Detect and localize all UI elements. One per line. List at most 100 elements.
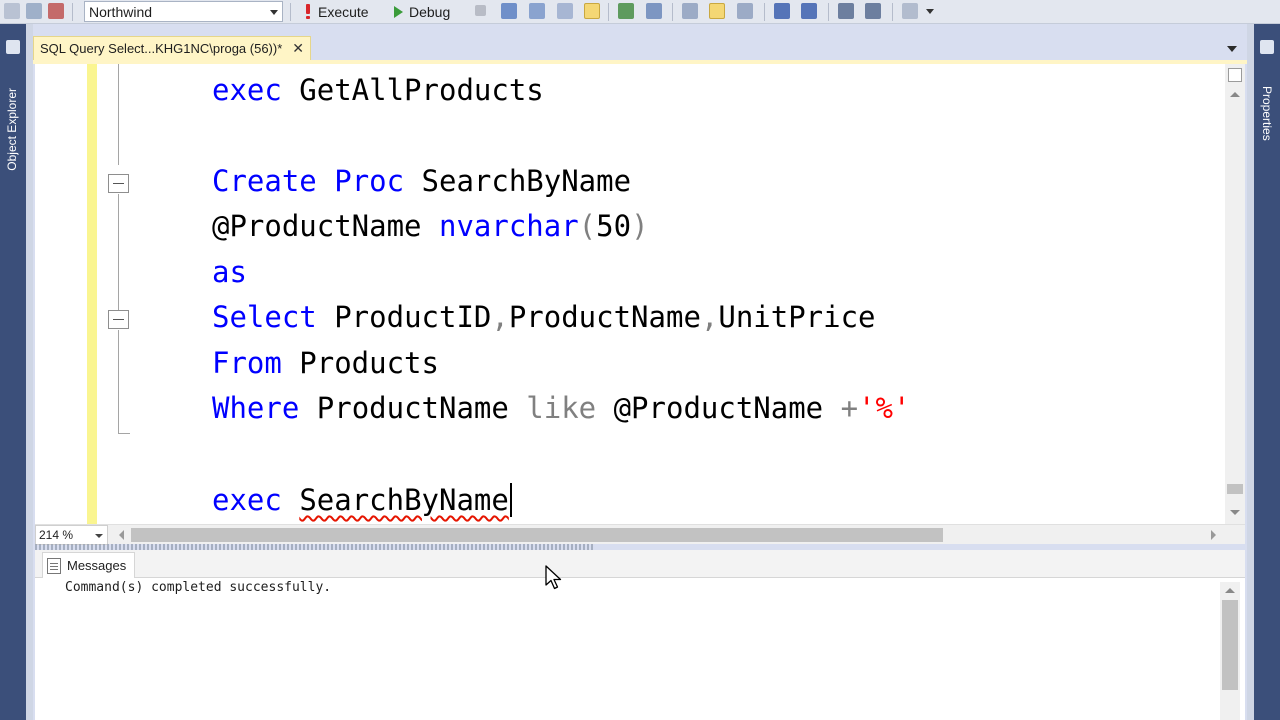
comma-token: , <box>491 300 509 334</box>
query-editor[interactable]: exec GetAllProducts Create Proc SearchBy… <box>35 64 1245 524</box>
split-view-icon[interactable] <box>1228 68 1242 82</box>
query-options-icon[interactable] <box>557 3 573 19</box>
results-to-grid-icon[interactable] <box>709 3 725 19</box>
database-select[interactable]: Northwind <box>84 1 283 22</box>
outline-line <box>118 194 119 310</box>
results-vertical-scrollbar[interactable] <box>1220 582 1240 720</box>
main-toolbar: Northwind Execute Debug <box>0 0 1280 24</box>
comment-lines-icon[interactable] <box>774 3 790 19</box>
toolbar-separator <box>764 3 765 21</box>
scroll-thumb[interactable] <box>1227 484 1243 494</box>
results-to-file-icon[interactable] <box>584 3 600 19</box>
parse-check-icon[interactable] <box>501 3 517 19</box>
outline-line <box>118 64 119 165</box>
keyword-token: Create <box>212 164 317 198</box>
number-token: 50 <box>596 209 632 243</box>
scroll-right-icon[interactable] <box>1211 530 1216 540</box>
error-identifier-token: SearchByName <box>299 483 509 517</box>
operator-token: like <box>526 391 597 425</box>
parameter-token: @ProductName <box>212 209 439 243</box>
debug-button[interactable]: Debug <box>394 0 450 23</box>
scroll-left-icon[interactable] <box>119 530 124 540</box>
execute-button[interactable]: Execute <box>304 0 369 23</box>
identifier-token: UnitPrice <box>718 300 876 334</box>
results-tab-strip: Messages <box>35 550 1245 578</box>
specify-values-icon[interactable] <box>902 3 918 19</box>
scroll-up-icon[interactable] <box>1225 588 1235 593</box>
zoom-select[interactable]: 214 % <box>35 525 108 545</box>
collapse-icon[interactable] <box>108 310 129 329</box>
text-caret <box>509 483 512 517</box>
results-to-file2-icon[interactable] <box>737 3 753 19</box>
code-line-8: exec SearchByName <box>212 480 512 520</box>
pin-icon[interactable] <box>6 40 20 54</box>
execution-plan-icon[interactable] <box>529 3 545 19</box>
code-line-3: @ProductName nvarchar(50) <box>212 206 649 246</box>
code-line-7: Where ProductName like @ProductName + '%' <box>212 388 910 428</box>
change-connection-icon[interactable] <box>48 3 64 19</box>
keyword-token: Select <box>212 300 317 334</box>
toolbar-separator <box>892 3 893 21</box>
code-line-2: Create Proc SearchByName <box>212 161 631 201</box>
new-query-icon[interactable] <box>4 3 20 19</box>
type-token: nvarchar <box>438 209 579 243</box>
identifier-token: ProductID <box>316 300 492 334</box>
decrease-indent-icon[interactable] <box>838 3 854 19</box>
code-line-6: From Products <box>212 343 439 383</box>
exclamation-icon <box>304 4 312 19</box>
toolbar-separator <box>672 3 673 21</box>
identifier-token: ProductName <box>508 300 701 334</box>
pin-icon[interactable] <box>1260 40 1274 54</box>
scroll-down-icon[interactable] <box>1230 510 1240 515</box>
zoom-value: 214 % <box>39 528 74 542</box>
connect-icon[interactable] <box>26 3 42 19</box>
editor-margin <box>35 64 87 524</box>
properties-label[interactable]: Properties <box>1260 86 1274 141</box>
tab-sql-query[interactable]: SQL Query Select...KHG1NC\proga (56))* ✕ <box>33 36 312 60</box>
collapse-icon[interactable] <box>108 174 129 193</box>
result-message: Command(s) completed successfully. <box>65 580 332 595</box>
comma-token: , <box>700 300 719 334</box>
paren-token: ( <box>578 209 597 243</box>
scroll-thumb[interactable] <box>1222 600 1238 690</box>
debug-label: Debug <box>409 3 451 20</box>
uncomment-lines-icon[interactable] <box>801 3 817 19</box>
outline-end <box>118 433 130 434</box>
toolbar-separator <box>72 3 73 21</box>
properties-dock[interactable]: Properties <box>1254 24 1280 720</box>
tab-messages[interactable]: Messages <box>42 552 136 578</box>
horizontal-scroll-thumb[interactable] <box>131 528 943 542</box>
execute-label: Execute <box>318 3 369 20</box>
client-statistics-icon[interactable] <box>646 3 662 19</box>
chevron-down-icon <box>95 534 103 538</box>
keyword-token: exec <box>212 483 282 517</box>
results-to-text-icon[interactable] <box>682 3 698 19</box>
include-plan-icon[interactable] <box>618 3 634 19</box>
stop-icon[interactable] <box>475 5 486 16</box>
identifier-token: SearchByName <box>404 164 632 198</box>
toolbar-overflow-icon[interactable] <box>926 9 934 14</box>
close-icon[interactable]: ✕ <box>292 40 304 57</box>
keyword-token: exec <box>212 73 282 107</box>
messages-icon <box>47 557 61 574</box>
string-token: '%' <box>858 391 911 425</box>
editor-vertical-scrollbar[interactable] <box>1225 64 1245 524</box>
editor-horizontal-bar: 214 % <box>35 524 1245 545</box>
toolbar-separator <box>290 3 291 21</box>
code-line-4: as <box>212 252 247 292</box>
paren-token: ) <box>631 209 649 243</box>
operator-token: + <box>840 391 859 425</box>
object-explorer-dock[interactable]: Object Explorer <box>0 24 26 720</box>
chevron-down-icon[interactable] <box>1227 46 1237 52</box>
increase-indent-icon[interactable] <box>865 3 881 19</box>
toolbar-separator <box>828 3 829 21</box>
scroll-up-icon[interactable] <box>1230 92 1240 97</box>
database-select-value: Northwind <box>89 3 153 20</box>
object-explorer-label[interactable]: Object Explorer <box>5 88 19 171</box>
code-line-5: Select ProductID, ProductName, UnitPrice <box>212 297 876 337</box>
results-pane: Messages Command(s) completed successful… <box>35 550 1245 720</box>
identifier-token: ProductName <box>299 391 527 425</box>
keyword-token: Where <box>212 391 300 425</box>
